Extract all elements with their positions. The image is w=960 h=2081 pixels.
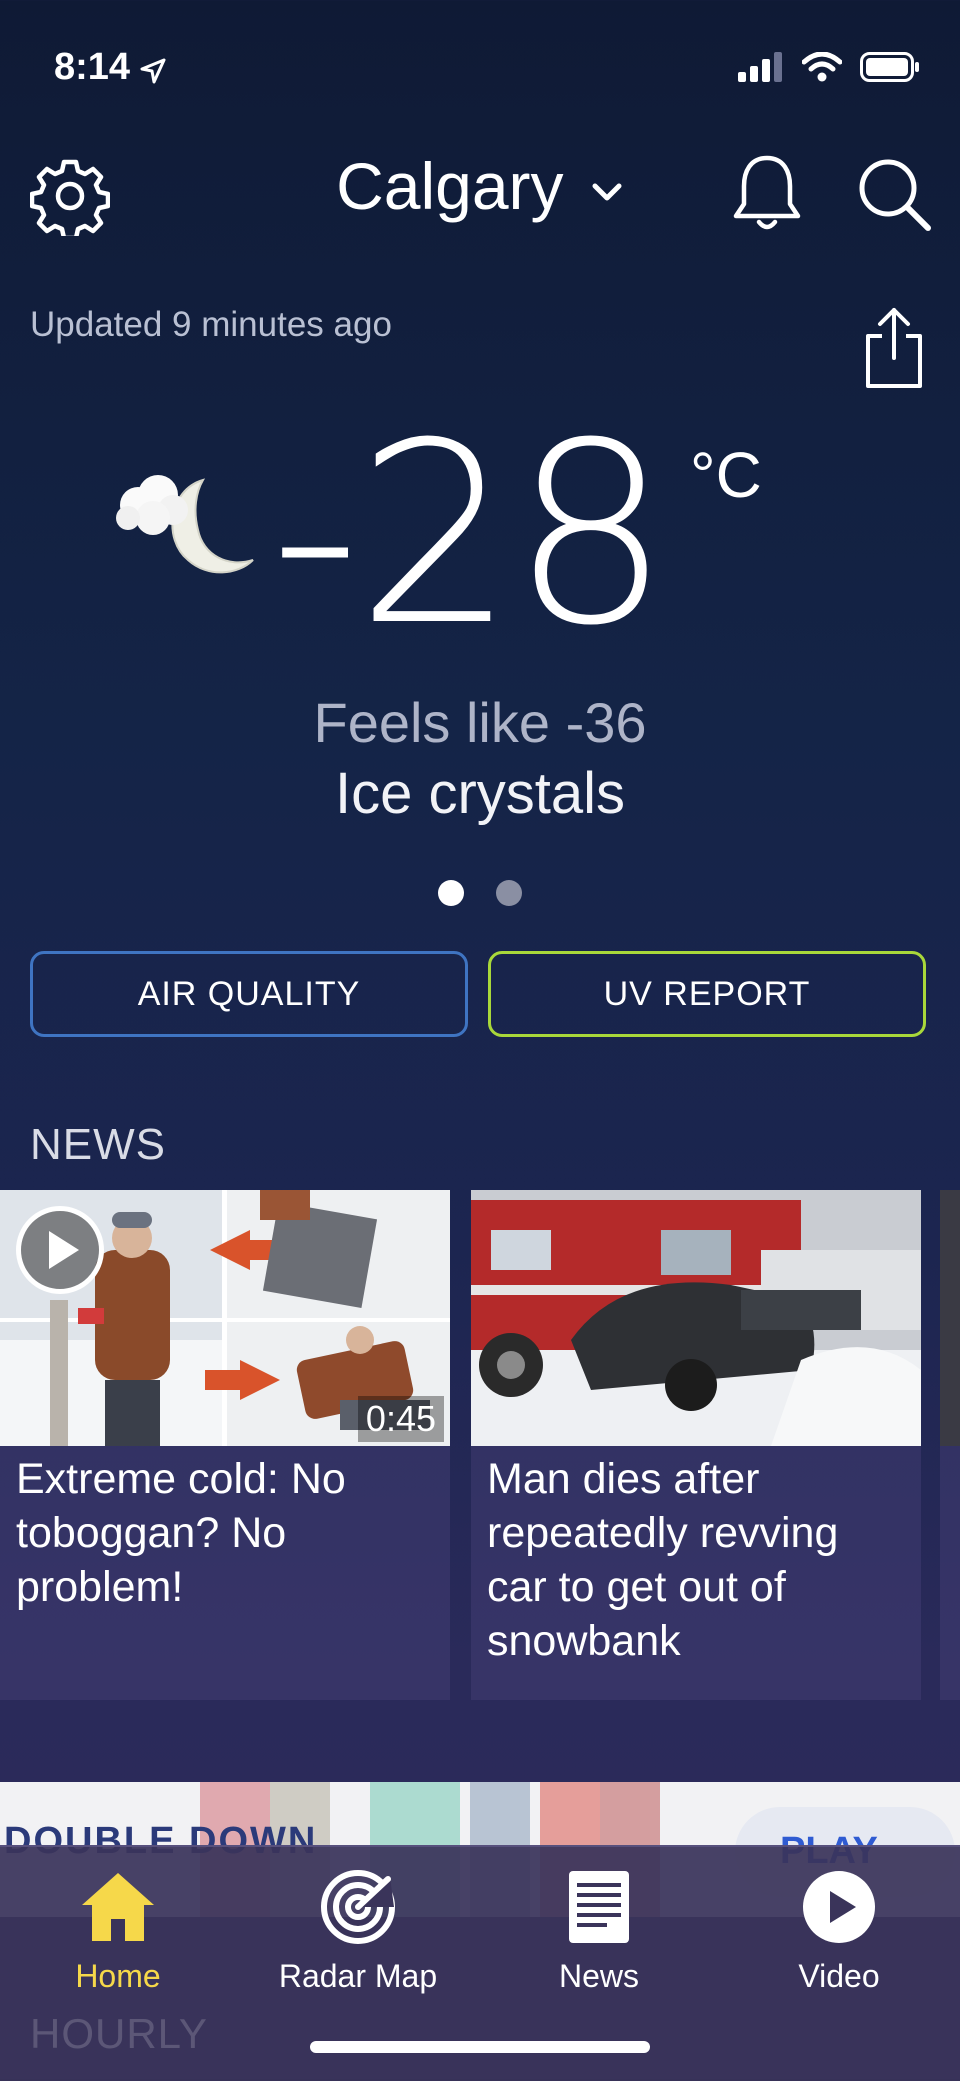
tab-news[interactable]: News: [499, 1867, 699, 1995]
search-icon[interactable]: [856, 156, 932, 232]
wifi-icon: [802, 52, 842, 82]
signal-icon: [738, 52, 782, 82]
news-headline[interactable]: Extreme cold: No toboggan? No problem!: [16, 1452, 434, 1614]
feels-like: Feels like -36: [313, 691, 647, 754]
tab-label: News: [558, 1958, 639, 1994]
air-quality-button[interactable]: AIR QUALITY: [30, 951, 468, 1037]
tab-label: Home: [75, 1958, 161, 1994]
chevron-down-icon: [592, 183, 622, 201]
notification-bell-icon[interactable]: [730, 152, 804, 236]
tab-label: Video: [798, 1958, 880, 1994]
page-dot-1[interactable]: [438, 880, 464, 906]
status-icons: [738, 52, 920, 82]
updated-timestamp: Updated 9 minutes ago: [30, 305, 392, 344]
share-icon[interactable]: [862, 306, 926, 390]
video-icon: [803, 1871, 875, 1943]
city-name: Calgary: [336, 149, 564, 223]
temperature-unit: °C: [690, 439, 762, 511]
cloud-moon-icon: [116, 475, 254, 574]
tab-label: Radar Map: [278, 1958, 438, 1994]
tab-radar-map[interactable]: Radar Map: [258, 1867, 458, 1995]
location-arrow-icon: [140, 58, 166, 84]
home-indicator[interactable]: [310, 2041, 650, 2053]
home-icon: [82, 1873, 154, 1941]
tab-video[interactable]: Video: [739, 1867, 939, 1995]
page-dot-2[interactable]: [496, 880, 522, 906]
news-headline[interactable]: Man dies after repeatedly revving car to…: [487, 1452, 905, 1668]
weather-condition: Ice crystals: [334, 761, 626, 826]
news-card[interactable]: Man dies after repeatedly revving car to…: [471, 1190, 921, 1700]
uv-report-button[interactable]: UV REPORT: [488, 951, 926, 1037]
news-thumbnail: [471, 1190, 921, 1446]
news-thumbnail: [940, 1190, 960, 1446]
news-card[interactable]: 0:45 Extreme cold: No toboggan? No probl…: [0, 1190, 450, 1700]
status-time: 8:14: [54, 46, 131, 88]
news-card-peek[interactable]: [940, 1190, 960, 1700]
news-section-title: NEWS: [30, 1120, 166, 1169]
radar-icon: [321, 1870, 395, 1944]
play-icon: [49, 1231, 79, 1269]
news-icon: [569, 1871, 629, 1943]
tab-home[interactable]: Home: [18, 1867, 218, 1995]
current-temperature: -28: [270, 389, 670, 680]
video-play-overlay[interactable]: [16, 1206, 104, 1294]
news-thumbnail: 0:45: [0, 1190, 450, 1446]
page-indicator[interactable]: [0, 880, 960, 906]
battery-icon: [860, 52, 919, 82]
city-selector[interactable]: Calgary: [0, 148, 960, 224]
video-duration: 0:45: [357, 1396, 444, 1442]
hourly-section-title: HOURLY: [30, 2010, 208, 2057]
